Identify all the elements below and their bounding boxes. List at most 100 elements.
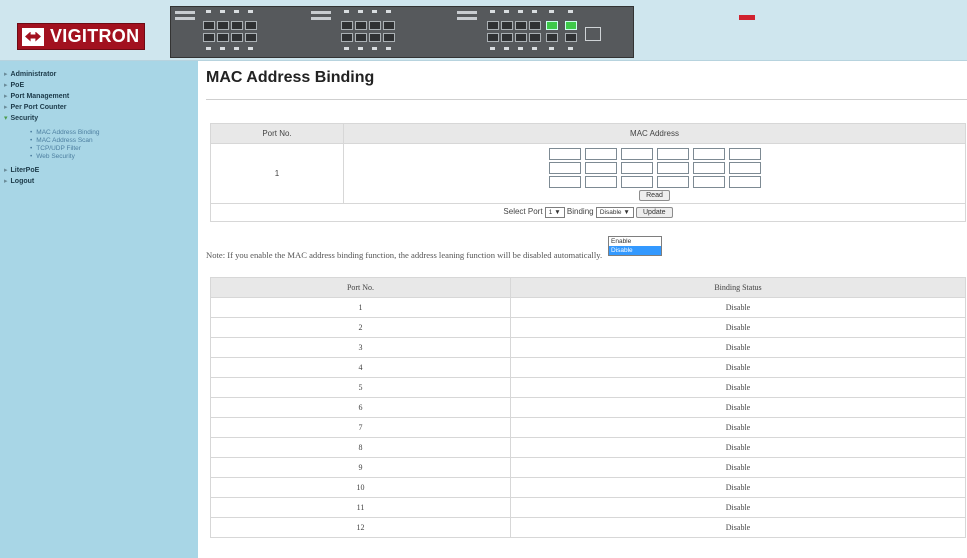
binding-dropdown-list: Enable Disable	[608, 236, 662, 256]
console-port-icon	[585, 27, 601, 41]
led-icon	[372, 10, 377, 13]
mac-octet-field[interactable]	[728, 175, 761, 188]
led-icon	[220, 47, 225, 50]
column-header-port: Port No.	[210, 123, 344, 144]
table-row: 5 Disable	[210, 377, 966, 398]
led-icon	[518, 10, 523, 13]
ethernet-port-icon	[515, 33, 527, 42]
dropdown-option-disable[interactable]: Disable	[609, 246, 661, 255]
ethernet-port-icon	[501, 33, 513, 42]
dropdown-option-enable[interactable]: Enable	[609, 237, 661, 246]
ethernet-port-icon	[487, 33, 499, 42]
mac-octet-field[interactable]	[656, 147, 689, 160]
mac-octet-field[interactable]	[584, 147, 617, 160]
led-icon	[504, 10, 509, 13]
led-icon	[490, 10, 495, 13]
ethernet-port-icon	[355, 21, 367, 30]
port-number-cell: 10	[210, 477, 511, 498]
mac-octet-field[interactable]	[548, 175, 581, 188]
sidebar-subitem-mac-address-scan[interactable]: • MAC Address Scan	[30, 137, 198, 145]
port-number-cell: 2	[210, 317, 511, 338]
sidebar-item-logout[interactable]: ▸ Logout	[0, 176, 198, 187]
mac-octet-field[interactable]	[548, 147, 581, 160]
mac-octet-field[interactable]	[728, 161, 761, 174]
arrow-icon: ▸	[4, 71, 8, 78]
sidebar: ▸ Administrator ▸ PoE ▸ Port Management ▸ Pe…	[0, 61, 198, 558]
sidebar-subitem-label: TCP/UDP Filter	[36, 145, 81, 152]
port-select-value: 1	[548, 209, 553, 216]
mac-octet-field[interactable]	[692, 147, 725, 160]
header-bar: VIGITRON	[0, 0, 967, 61]
led-icon	[234, 10, 239, 13]
sidebar-subitem-tcp-udp-filter[interactable]: • TCP/UDP Filter	[30, 145, 198, 153]
sidebar-item-label: Administrator	[10, 71, 57, 78]
ethernet-port-icon	[501, 21, 513, 30]
led-icon	[234, 47, 239, 50]
ethernet-port-icon	[231, 21, 243, 30]
ethernet-port-icon	[546, 21, 558, 30]
mac-octet-field[interactable]	[620, 161, 653, 174]
sidebar-item-literpoe[interactable]: ▸ LiterPoE	[0, 165, 198, 176]
mac-octet-field[interactable]	[620, 175, 653, 188]
arrow-icon: ▸	[4, 104, 8, 111]
port-number-cell: 1	[210, 297, 511, 318]
ethernet-port-icon	[245, 21, 257, 30]
sidebar-subitem-label: MAC Address Scan	[36, 137, 93, 144]
binding-status-cell: Disable	[510, 497, 966, 518]
table-row: 2 Disable	[210, 317, 966, 338]
port-number-cell: 12	[210, 517, 511, 538]
mac-octet-field[interactable]	[548, 161, 581, 174]
panel-label-icon	[457, 17, 477, 20]
ethernet-port-icon	[203, 21, 215, 30]
ethernet-port-icon	[369, 21, 381, 30]
binding-status-cell: Disable	[510, 397, 966, 418]
ethernet-port-icon	[383, 33, 395, 42]
sidebar-item-per-port-counter[interactable]: ▸ Per Port Counter	[0, 102, 198, 113]
mac-octet-field[interactable]	[692, 175, 725, 188]
port-number-cell: 3	[210, 337, 511, 358]
ethernet-port-icon	[487, 21, 499, 30]
update-button[interactable]: Update	[636, 207, 673, 218]
ethernet-port-icon	[355, 33, 367, 42]
logo-mark-icon	[22, 27, 44, 46]
sidebar-item-port-management[interactable]: ▸ Port Management	[0, 91, 198, 102]
ethernet-port-icon	[231, 33, 243, 42]
read-button[interactable]: Read	[639, 189, 670, 201]
ethernet-port-icon	[203, 33, 215, 42]
binding-status-cell: Disable	[510, 477, 966, 498]
sidebar-item-security[interactable]: ▾ Security	[0, 113, 198, 124]
ethernet-port-icon	[217, 33, 229, 42]
sidebar-subitem-mac-address-binding[interactable]: • MAC Address Binding	[30, 129, 198, 137]
sidebar-item-label: Logout	[10, 178, 35, 185]
binding-label: Binding	[566, 207, 594, 216]
mac-octet-field[interactable]	[728, 147, 761, 160]
mac-octet-field[interactable]	[620, 147, 653, 160]
led-icon	[568, 47, 573, 50]
led-icon	[504, 47, 509, 50]
led-icon	[220, 10, 225, 13]
ethernet-port-icon	[217, 21, 229, 30]
panel-label-icon	[175, 17, 195, 20]
sidebar-item-administrator[interactable]: ▸ Administrator	[0, 69, 198, 80]
mac-octet-field[interactable]	[584, 161, 617, 174]
mac-octet-field[interactable]	[656, 175, 689, 188]
table-row: 10 Disable	[210, 477, 966, 498]
binding-select[interactable]: Disable ▼	[595, 207, 634, 218]
dropdown-arrow-icon: ▼	[554, 209, 561, 216]
mac-octet-field[interactable]	[584, 175, 617, 188]
note-text: Note: If you enable the MAC address bind…	[206, 250, 603, 260]
led-icon	[344, 47, 349, 50]
port-number-cell: 8	[210, 437, 511, 458]
led-icon	[344, 10, 349, 13]
sidebar-item-poe[interactable]: ▸ PoE	[0, 80, 198, 91]
mac-octet-field[interactable]	[656, 161, 689, 174]
port-select[interactable]: 1 ▼	[544, 207, 565, 218]
led-icon	[518, 47, 523, 50]
binding-status-cell: Disable	[510, 377, 966, 398]
mac-octet-field[interactable]	[692, 161, 725, 174]
table-row: 12 Disable	[210, 517, 966, 538]
sidebar-subitem-web-security[interactable]: • Web Security	[30, 153, 198, 161]
port-number-cell: 4	[210, 357, 511, 378]
led-icon	[568, 10, 573, 13]
ethernet-port-icon	[341, 21, 353, 30]
